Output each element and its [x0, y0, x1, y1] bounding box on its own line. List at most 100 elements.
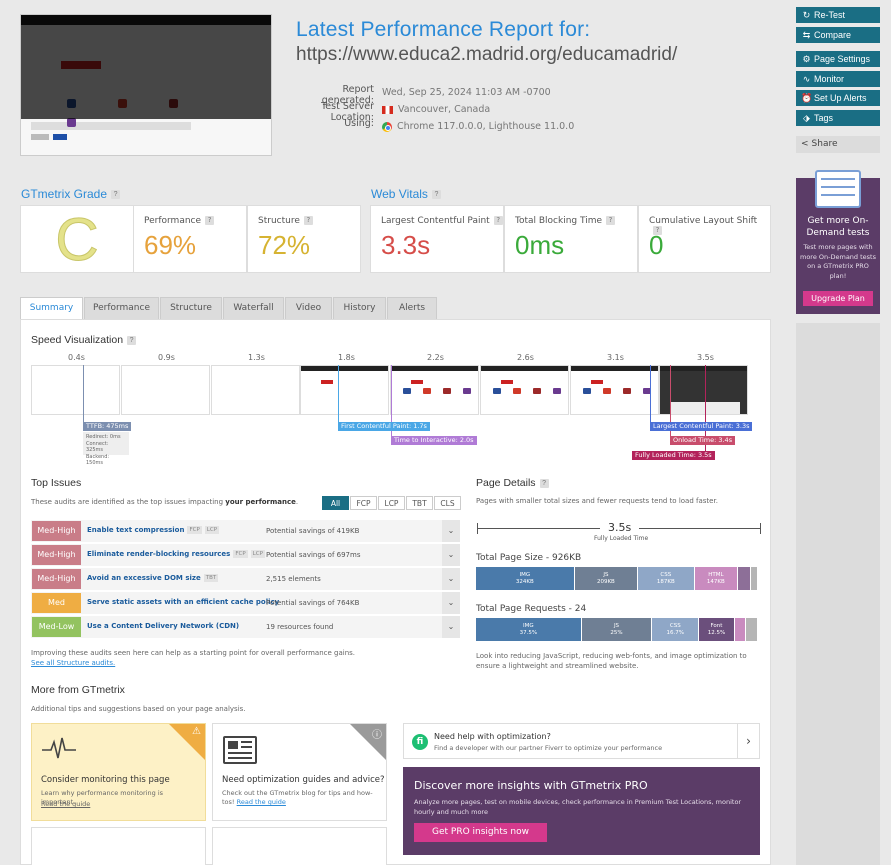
compare-button[interactable]: ⇆ Compare — [796, 27, 880, 43]
promo-title: Get more On-Demand tests — [806, 216, 870, 238]
get-pro-insights-button[interactable]: Get PRO insights now — [414, 823, 547, 842]
monitor-button[interactable]: ∿ Monitor — [796, 71, 880, 87]
tab-structure[interactable]: Structure — [160, 297, 222, 319]
bar-segment: CSS 16.7% — [652, 618, 700, 641]
tags-button[interactable]: ⬗ Tags — [796, 110, 880, 126]
issue-savings: Potential savings of 697ms — [266, 551, 361, 559]
help-icon[interactable]: ? — [111, 190, 121, 200]
grade-letter: C — [20, 205, 134, 274]
upgrade-plan-button[interactable]: Upgrade Plan — [803, 291, 873, 306]
filmstrip-frame — [390, 365, 479, 415]
help-icon[interactable]: ? — [127, 335, 137, 345]
ttfb-label: TTFB: 475ms — [83, 422, 132, 431]
meta-label: Test Server Location: — [321, 101, 374, 123]
filter-all[interactable]: All — [322, 496, 349, 510]
canada-flag-icon — [382, 105, 393, 114]
segment-type: CSS — [660, 571, 672, 578]
issue-name[interactable]: Avoid an excessive DOM size TBT — [87, 574, 219, 582]
pro-desc: Analyze more pages, test on mobile devic… — [414, 798, 742, 816]
tbt-value: 0ms — [515, 230, 565, 260]
help-icon[interactable]: ? — [539, 478, 549, 488]
tab-video[interactable]: Video — [285, 297, 332, 319]
segment-type: IMG — [523, 622, 534, 629]
share-button[interactable]: < Share — [796, 136, 880, 153]
ttfb-breakdown: Redirect: 0ms Connect: 325ms Backend: 15… — [83, 432, 129, 466]
bar-segment: IMG 37.5% — [476, 618, 582, 641]
help-icon[interactable]: ? — [205, 216, 215, 225]
chevron-down-icon[interactable]: ⌄ — [442, 544, 460, 566]
set-up-alerts-button[interactable]: ⏰ Set Up Alerts — [796, 90, 880, 106]
chrome-icon — [382, 121, 392, 132]
issue-name[interactable]: Eliminate render-blocking resources FCP LC… — [87, 550, 265, 558]
segment-type: IMG — [519, 571, 531, 578]
help-icon[interactable]: ? — [606, 216, 616, 225]
fiverr-logo-icon: fi — [412, 734, 428, 750]
issue-name[interactable]: Enable text compression FCP LCP — [87, 526, 220, 534]
fiverr-card[interactable]: fi Need help with optimization? Find a d… — [403, 723, 760, 759]
issue-row[interactable]: Med-High Avoid an excessive DOM size TBT … — [31, 568, 460, 590]
lcp-marker — [650, 365, 651, 422]
segment-value: 209KB — [596, 578, 615, 585]
fcp-marker — [338, 365, 339, 422]
bar-segment: IMG 324KB — [476, 567, 575, 590]
issue-row[interactable]: Med-Low Use a Content Delivery Network (… — [31, 616, 460, 638]
help-icon[interactable]: ? — [493, 216, 503, 225]
chevron-down-icon[interactable]: ⌄ — [442, 616, 460, 638]
page-requests-bar: IMG 37.5% JS 25% CSS 16.7% Font 12.5% — [476, 618, 758, 641]
issue-row[interactable]: Med-High Enable text compression FCP LCP P… — [31, 520, 460, 542]
page-screenshot-thumbnail — [20, 14, 272, 156]
see-all-structure-audits-link[interactable]: See all Structure audits. — [31, 659, 115, 667]
meta-value: Vancouver, Canada — [398, 104, 491, 115]
read-the-guide-link[interactable]: Read the guide — [237, 798, 286, 806]
tbt-card: Total Blocking Time? 0ms — [504, 205, 638, 273]
issue-name[interactable]: Use a Content Delivery Network (CDN) — [87, 622, 239, 630]
bar-segment: Font 12.5% — [699, 618, 735, 641]
page-details-footer: Look into reducing JavaScript, reducing … — [476, 652, 747, 670]
filter-cls[interactable]: CLS — [434, 496, 461, 510]
help-icon[interactable]: ? — [431, 190, 441, 200]
tab-waterfall[interactable]: Waterfall — [223, 297, 284, 319]
retest-button[interactable]: ↻ Re-Test — [796, 7, 880, 23]
tab-summary[interactable]: Summary — [20, 297, 83, 319]
filter-tbt[interactable]: TBT — [406, 496, 433, 510]
issue-row[interactable]: Med-High Eliminate render-blocking resou… — [31, 544, 460, 566]
chevron-down-icon[interactable]: ⌄ — [442, 568, 460, 590]
more-description: Additional tips and suggestions based on… — [31, 705, 246, 713]
issue-row[interactable]: Med Serve static assets with an efficien… — [31, 592, 460, 614]
lcp-value: 3.3s — [381, 230, 431, 260]
segment-type: Font — [710, 622, 723, 629]
chevron-down-icon[interactable]: ⌄ — [442, 592, 460, 614]
page-size-bar: IMG 324KB JS 209KB CSS 187KB HTML 147KB — [476, 567, 758, 590]
tip-card[interactable] — [212, 827, 387, 865]
help-icon[interactable]: ? — [303, 216, 313, 225]
issue-savings: 2,515 elements — [266, 575, 321, 583]
chevron-right-icon[interactable]: › — [737, 724, 759, 758]
filter-lcp[interactable]: LCP — [378, 496, 405, 510]
filmstrip-frame — [121, 365, 210, 415]
report-meta: Report generated: Wed, Sep 25, 2024 11:03… — [296, 84, 574, 135]
impact-badge: Med-Low — [32, 617, 81, 637]
tab-performance[interactable]: Performance — [84, 297, 159, 319]
calendar-icon — [815, 170, 861, 208]
page-settings-button[interactable]: ⚙ Page Settings — [796, 51, 880, 67]
tab-history[interactable]: History — [333, 297, 386, 319]
timeline-tick: 2.2s — [427, 353, 444, 362]
chevron-down-icon[interactable]: ⌄ — [442, 520, 460, 542]
meta-label: Using: — [344, 118, 374, 129]
filter-fcp[interactable]: FCP — [350, 496, 377, 510]
monitoring-card[interactable]: ⚠ Consider monitoring this page Learn wh… — [31, 723, 206, 821]
cls-value: 0 — [649, 230, 664, 260]
report-url[interactable]: https://www.educa2.madrid.org/educamadri… — [296, 44, 677, 66]
issue-name[interactable]: Serve static assets with an efficient ca… — [87, 598, 279, 606]
pulse-icon — [42, 736, 76, 762]
tip-card[interactable] — [31, 827, 206, 865]
timeline-tick: 0.9s — [158, 353, 175, 362]
more-from-gtmetrix-heading: More from GTmetrix — [31, 684, 125, 696]
fully-loaded-label: Fully Loaded Time: 3.5s — [632, 451, 715, 460]
guides-card[interactable]: ⓘ Need optimization guides and advice? C… — [212, 723, 387, 821]
share-icon: < — [801, 139, 809, 149]
tab-alerts[interactable]: Alerts — [387, 297, 437, 319]
issues-footer: Improving these audits seen here can hel… — [31, 649, 356, 657]
read-the-guide-link[interactable]: Read the guide — [41, 800, 196, 809]
tag-icon: ⬗ — [803, 113, 810, 123]
